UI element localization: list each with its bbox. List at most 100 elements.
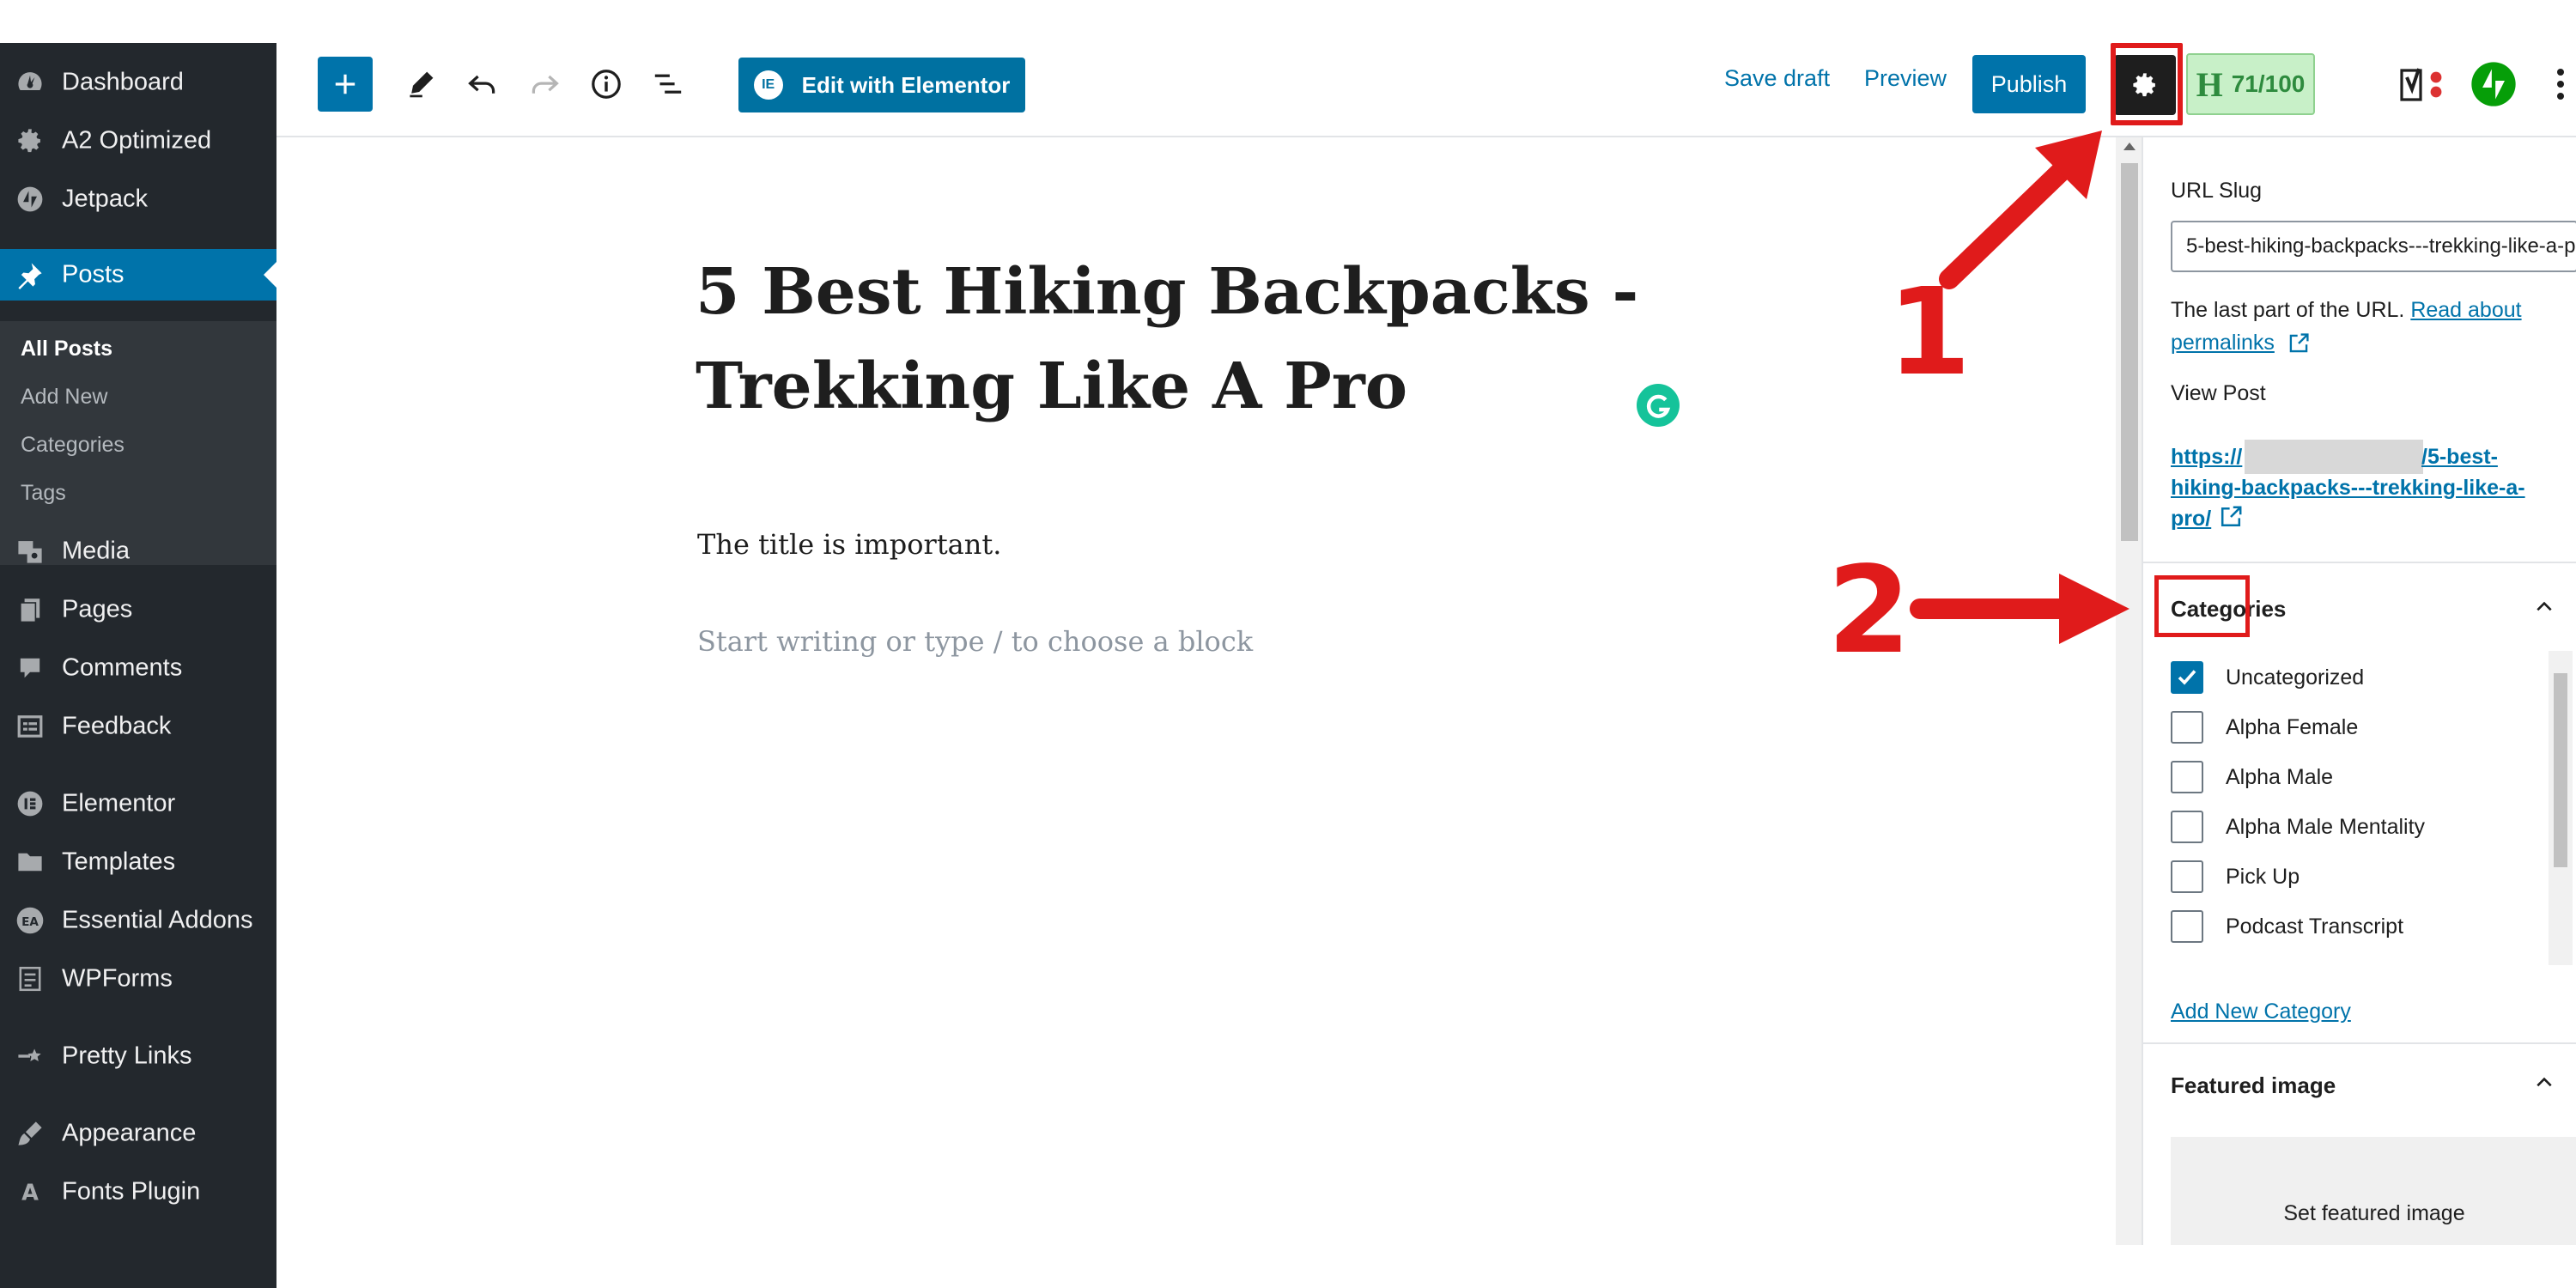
save-draft-button[interactable]: Save draft [1724, 65, 1830, 92]
menu-item-pages[interactable]: Pages [0, 584, 276, 635]
submenu-add-new[interactable]: Add New [21, 385, 107, 410]
post-title-line-1: 5 Best Hiking Backpacks - [696, 255, 1639, 329]
panel-divider [2143, 1042, 2576, 1044]
external-link-icon [2221, 506, 2242, 527]
category-scrollbar[interactable] [2549, 651, 2573, 965]
category-item[interactable]: Pick Up [2171, 852, 2300, 902]
menu-item-pretty-links[interactable]: Pretty Links [0, 1030, 276, 1082]
menu-label: Fonts Plugin [62, 1177, 201, 1206]
list-view-icon [654, 74, 682, 94]
menu-item-appearance[interactable]: Appearance [0, 1108, 276, 1159]
post-title[interactable]: 5 Best Hiking Backpacks - Trekking Like … [696, 245, 1657, 434]
submenu-tags[interactable]: Tags [21, 481, 66, 506]
category-checkbox-checked[interactable] [2171, 661, 2203, 694]
media-icon [14, 535, 46, 568]
grammarly-icon[interactable] [1637, 384, 1680, 427]
dashboard-icon [14, 66, 46, 99]
scrollbar-thumb[interactable] [2121, 163, 2138, 541]
category-label: Alpha Male Mentality [2226, 814, 2426, 839]
scrollbar-thumb[interactable] [2554, 673, 2567, 867]
plus-icon [335, 74, 355, 94]
submenu-all-posts[interactable]: All Posts [21, 337, 112, 361]
block-navigation-button[interactable] [641, 57, 696, 112]
category-checkbox[interactable] [2171, 811, 2203, 843]
view-post-url-line-1[interactable]: /5-best- [2421, 445, 2498, 470]
undo-icon [468, 75, 495, 94]
annotation-number-1: 1 [1887, 263, 1971, 403]
menu-item-posts[interactable]: Posts [0, 249, 276, 301]
menu-label: Posts [62, 260, 125, 289]
pencil-icon [410, 71, 434, 98]
permalinks-link[interactable]: permalinks [2171, 331, 2275, 355]
menu-item-essential-addons[interactable]: EA Essential Addons [0, 895, 276, 946]
view-post-url-prefix[interactable]: https:// [2171, 445, 2242, 470]
menu-item-comments[interactable]: Comments [0, 642, 276, 694]
menu-label: Feedback [62, 712, 172, 740]
folder-icon [14, 846, 46, 878]
read-about-permalinks-link[interactable]: Read about [2410, 298, 2521, 322]
paragraph-block[interactable]: The title is important. [697, 528, 1001, 561]
menu-item-feedback[interactable]: Feedback [0, 701, 276, 752]
menu-item-fonts-plugin[interactable]: A Fonts Plugin [0, 1166, 276, 1218]
category-item[interactable]: Uncategorized [2171, 653, 2364, 702]
menu-item-elementor[interactable]: Elementor [0, 778, 276, 829]
panel-divider [2143, 562, 2576, 563]
info-button[interactable] [579, 57, 634, 112]
menu-item-media[interactable]: Media [0, 526, 276, 577]
featured-image-panel-title[interactable]: Featured image [2171, 1072, 2336, 1099]
view-post-url-line-3[interactable]: pro/ [2171, 507, 2211, 532]
url-slug-input[interactable]: 5-best-hiking-backpacks---trekking-like-… [2171, 221, 2576, 272]
preview-button[interactable]: Preview [1864, 65, 1947, 92]
category-checkbox[interactable] [2171, 711, 2203, 744]
category-checkbox[interactable] [2171, 860, 2203, 893]
menu-item-jetpack[interactable]: Jetpack [0, 173, 276, 225]
set-featured-image-button[interactable]: Set featured image [2171, 1137, 2576, 1245]
edit-with-elementor-button[interactable]: IE Edit with Elementor [738, 58, 1025, 112]
yoast-icon [2400, 68, 2442, 101]
submenu-categories[interactable]: Categories [21, 433, 125, 458]
redo-button[interactable] [517, 57, 572, 112]
scroll-up-arrow-icon[interactable] [2123, 143, 2136, 150]
yoast-seo-button[interactable] [2394, 57, 2454, 112]
gear-icon [14, 125, 46, 157]
category-checkbox[interactable] [2171, 761, 2203, 793]
tools-button[interactable] [393, 57, 448, 112]
hemingway-score-badge[interactable]: H 71/100 [2186, 53, 2315, 115]
hemingway-score: 71/100 [2231, 70, 2306, 97]
menu-label: Elementor [62, 789, 176, 817]
category-list: Uncategorized Alpha Female Alpha Male Al… [2143, 653, 2576, 970]
view-post-url-line-2[interactable]: hiking-backpacks---trekking-like-a- [2171, 476, 2525, 501]
editor-scrollbar[interactable] [2116, 137, 2143, 1245]
add-new-category-link[interactable]: Add New Category [2171, 999, 2351, 1024]
svg-text:EA: EA [21, 915, 39, 929]
view-post-label: View Post [2171, 381, 2266, 405]
external-link-icon [2289, 333, 2309, 353]
category-item[interactable]: Alpha Male [2171, 752, 2333, 802]
jetpack-button[interactable] [2468, 58, 2519, 110]
star-link-icon [14, 1040, 46, 1072]
editor-toolbar: IE Edit with Elementor Save draft Previe… [276, 43, 2576, 137]
category-item[interactable]: Podcast Transcript [2171, 902, 2403, 951]
jetpack-icon [14, 183, 46, 216]
menu-item-a2-optimized[interactable]: A2 Optimized [0, 115, 276, 167]
category-item[interactable]: Alpha Female [2171, 702, 2358, 752]
chevron-up-icon[interactable] [2535, 1073, 2554, 1092]
undo-button[interactable] [455, 57, 510, 112]
checkmark-icon [2178, 670, 2196, 685]
set-featured-image-label: Set featured image [2283, 1201, 2465, 1225]
menu-item-dashboard[interactable]: Dashboard [0, 57, 276, 108]
publish-button[interactable]: Publish [1972, 55, 2086, 113]
add-block-button[interactable] [318, 57, 373, 112]
feedback-icon [14, 710, 46, 743]
menu-item-wpforms[interactable]: WPForms [0, 953, 276, 1005]
category-item[interactable]: Alpha Male Mentality [2171, 802, 2425, 852]
block-appender-placeholder[interactable]: Start writing or type / to choose a bloc… [697, 625, 1253, 658]
menu-label: Pages [62, 595, 133, 623]
elementor-icon [14, 787, 46, 820]
more-options-button[interactable] [2543, 57, 2576, 112]
chevron-up-icon[interactable] [2535, 598, 2554, 617]
menu-item-templates[interactable]: Templates [0, 836, 276, 888]
info-icon [592, 70, 621, 99]
category-checkbox[interactable] [2171, 910, 2203, 943]
pages-icon [14, 593, 46, 626]
